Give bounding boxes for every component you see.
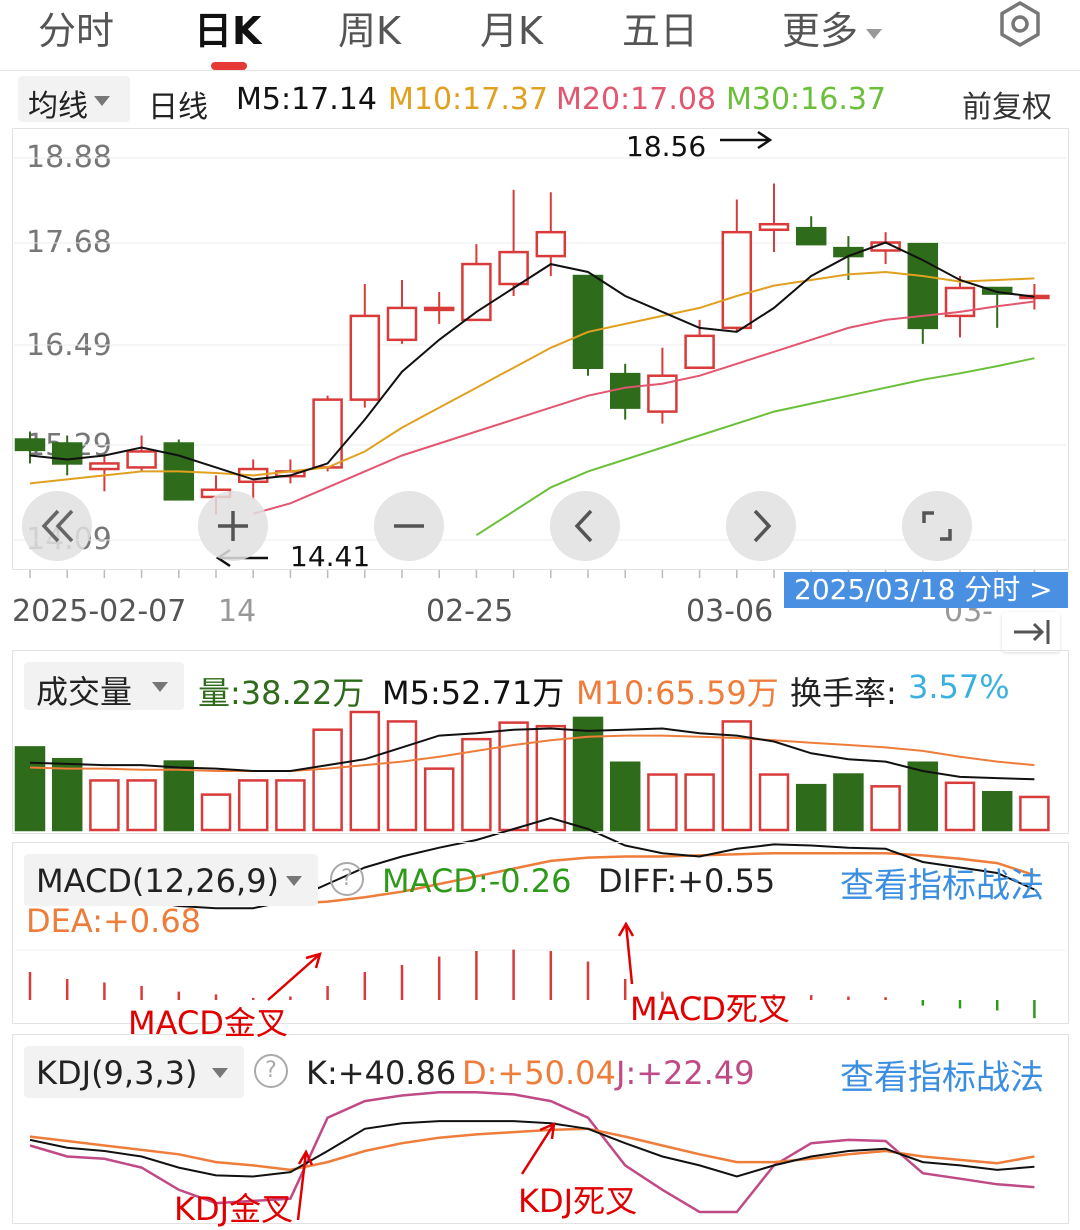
scroll-left-button[interactable] (550, 491, 620, 561)
candle-body (14, 438, 46, 452)
candle-body (349, 314, 381, 401)
chevron-down-icon (152, 682, 168, 692)
candle-body (684, 334, 715, 369)
scroll-right-button[interactable] (726, 491, 796, 561)
macd-golden-cross-annotation: MACD金叉 (128, 1004, 288, 1042)
date-axis-label: 2025-02-07 (12, 594, 187, 629)
candle-body (609, 372, 641, 409)
strategy-link[interactable]: 查看指标战法 (840, 858, 1044, 907)
volume-legend-row: 成交量 量:38.22万 M5:52.71万 M10:65.59万 换手率: 3… (0, 660, 1080, 712)
volume-indicator-dropdown[interactable]: 成交量 (24, 662, 184, 711)
volume-indicator-label: 成交量 (36, 673, 133, 711)
volume-m5: M5:52.71万 (382, 674, 565, 712)
fullscreen-button[interactable] (902, 491, 972, 561)
minus-icon (394, 524, 424, 528)
chevron-left-icon (574, 509, 593, 543)
high-price-marker: 18.56 (626, 130, 707, 163)
date-axis-label: 14 (218, 594, 257, 629)
candle-body (572, 274, 604, 369)
candle-body (126, 450, 157, 469)
kdj-indicator-dropdown[interactable]: KDJ(9,3,3) (24, 1046, 244, 1098)
macd-indicator-dropdown[interactable]: MACD(12,26,9) (24, 854, 318, 906)
candle-body (535, 230, 567, 258)
macd-value: MACD:-0.26 (382, 862, 572, 900)
candle-body (386, 306, 418, 342)
jump-to-latest-button[interactable] (1002, 612, 1060, 652)
chevron-down-icon (212, 1068, 228, 1078)
date-axis-label: 02-25 (426, 594, 514, 629)
candle-body (498, 250, 529, 286)
double-chevron-left-icon (41, 509, 74, 543)
candle-body (758, 222, 790, 232)
macd-death-cross-annotation: MACD死叉 (630, 990, 790, 1028)
kdj-j-value: J:+22.49 (616, 1054, 755, 1092)
strategy-link[interactable]: 查看指标战法 (840, 1050, 1044, 1099)
macd-legend-row: MACD(12,26,9) ? MACD:-0.26 DIFF:+0.55 查看… (0, 852, 1080, 942)
macd-indicator-label: MACD(12,26,9) (36, 862, 280, 900)
chevron-down-icon (286, 876, 302, 886)
kdj-legend-row: KDJ(9,3,3) ? K:+40.86 D:+50.04 J:+22.49 … (0, 1044, 1080, 1099)
chevron-right-icon (753, 509, 772, 543)
turnover-label: 换手率: (790, 674, 897, 712)
candle-body (423, 306, 455, 312)
kdj-d-value: D:+50.04 (462, 1054, 616, 1092)
kdj-indicator-label: KDJ(9,3,3) (36, 1054, 198, 1092)
arrow-right-icon (720, 130, 773, 150)
kdj-golden-cross-annotation: KDJ金叉 (174, 1190, 294, 1228)
zoom-out-button[interactable] (374, 491, 444, 561)
arrow-to-end-icon (1014, 620, 1050, 644)
fullscreen-icon (922, 511, 952, 541)
volume-m10: M10:65.59万 (576, 674, 779, 712)
turnover-value: 3.57% (908, 668, 1010, 706)
kdj-death-cross-annotation: KDJ死叉 (518, 1182, 638, 1220)
kdj-k-value: K:+40.86 (306, 1054, 457, 1092)
low-price-marker: 14.41 (290, 540, 371, 573)
candle-body (795, 226, 827, 246)
plus-icon (218, 511, 248, 541)
dea-value: DEA:+0.68 (26, 902, 202, 940)
candle-body (721, 230, 753, 330)
date-axis-label: 03-06 (686, 594, 774, 629)
zoom-in-button[interactable] (198, 491, 268, 561)
volume-value: 量:38.22万 (198, 674, 365, 712)
candle-body (89, 462, 120, 471)
scroll-to-start-button[interactable] (22, 491, 92, 561)
candle-body (312, 398, 343, 469)
selected-date-badge[interactable]: 2025/03/18 分时 > (784, 572, 1068, 608)
diff-value: DIFF:+0.55 (598, 862, 776, 900)
